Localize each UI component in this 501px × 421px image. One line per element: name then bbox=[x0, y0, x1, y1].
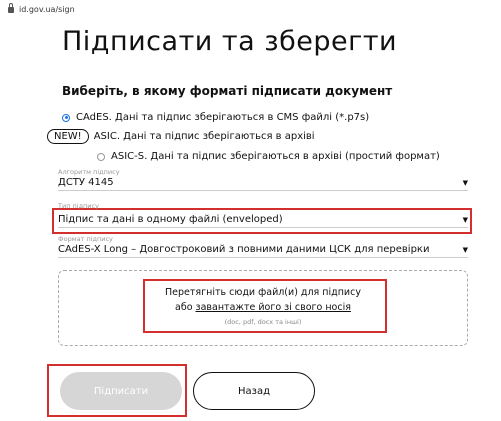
sign-type-select[interactable]: Тип підпису Підпис та дані в одному файл… bbox=[58, 202, 468, 228]
sign-format-value: CAdES-X Long – Довгостроковий з повними … bbox=[58, 244, 430, 255]
dropzone-or: або bbox=[175, 302, 196, 313]
radio-selected-icon[interactable] bbox=[62, 113, 70, 122]
sign-type-label: Тип підпису bbox=[58, 202, 99, 210]
radio-cades-label: CAdES. Дані та підпис зберігаються в CMS… bbox=[76, 112, 370, 123]
dropzone-instruction: Перетягніть сюди файл(и) для підпису bbox=[165, 287, 361, 298]
sign-button[interactable]: Підписати bbox=[60, 372, 182, 410]
algorithm-select[interactable]: Алгоритм підпису ДСТУ 4145 ▼ bbox=[58, 168, 468, 191]
new-badge: NEW! bbox=[47, 129, 89, 144]
dropzone-hint: (doc, pdf, docx та інші) bbox=[224, 318, 302, 326]
format-heading: Виберіть, в якому форматі підписати доку… bbox=[62, 84, 393, 98]
radio-asic-s-label: ASIC-S. Дані та підпис зберігаються в ар… bbox=[111, 151, 440, 162]
radio-unselected-icon[interactable] bbox=[97, 152, 105, 161]
chevron-down-icon[interactable]: ▼ bbox=[463, 216, 468, 224]
algorithm-label: Алгоритм підпису bbox=[58, 168, 120, 176]
upload-link[interactable]: завантажте його зі свого носія bbox=[196, 302, 351, 313]
file-dropzone[interactable]: Перетягніть сюди файл(и) для підпису або… bbox=[58, 270, 468, 346]
page-title: Підписати та зберегти bbox=[62, 26, 398, 57]
chevron-down-icon[interactable]: ▼ bbox=[463, 179, 468, 187]
sign-format-select[interactable]: Формат підпису CAdES-X Long – Довгострок… bbox=[58, 235, 468, 258]
back-button[interactable]: Назад bbox=[193, 372, 315, 410]
chevron-down-icon[interactable]: ▼ bbox=[463, 246, 468, 254]
address-bar[interactable]: id.gov.ua/sign bbox=[0, 0, 501, 18]
algorithm-value: ДСТУ 4145 bbox=[58, 177, 114, 188]
radio-cades[interactable]: CAdES. Дані та підпис зберігаються в CMS… bbox=[62, 112, 369, 123]
radio-asic-s[interactable]: ASIC-S. Дані та підпис зберігаються в ар… bbox=[97, 151, 440, 162]
radio-asic[interactable]: NEW! ASIC. Дані та підпис зберігаються в… bbox=[47, 129, 315, 144]
radio-asic-label: ASIC. Дані та підпис зберігаються в архі… bbox=[93, 131, 315, 142]
sign-type-value: Підпис та дані в одному файлі (enveloped… bbox=[58, 214, 283, 225]
lock-icon bbox=[8, 3, 14, 13]
sign-format-label: Формат підпису bbox=[58, 235, 113, 243]
dropzone-upload-line: або завантажте його зі свого носія bbox=[59, 302, 467, 313]
url-text: id.gov.ua/sign bbox=[19, 4, 75, 14]
